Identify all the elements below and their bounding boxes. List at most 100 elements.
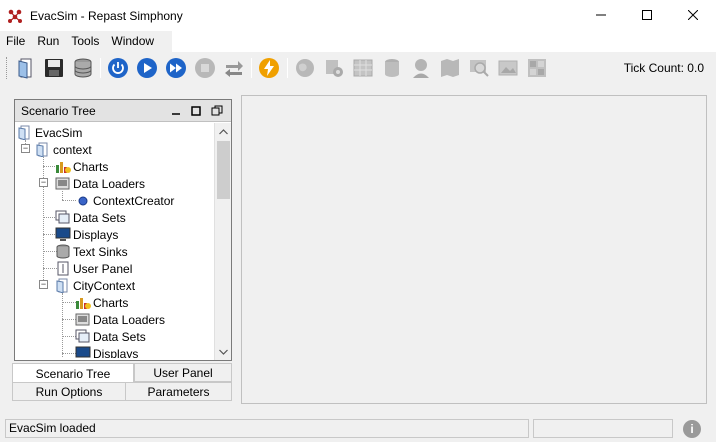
tree-item-data-loaders[interactable]: Data Loaders: [55, 175, 145, 192]
play-icon: [137, 58, 157, 78]
stop-button[interactable]: [193, 56, 217, 80]
chevron-up-icon: [219, 128, 228, 134]
maximize-icon: [642, 10, 652, 20]
minimize-button[interactable]: [578, 0, 624, 30]
map-button[interactable]: [438, 56, 462, 80]
settings-button[interactable]: [322, 56, 346, 80]
document-icon: [55, 278, 71, 294]
maximize-button[interactable]: [624, 0, 670, 30]
power-button[interactable]: [106, 56, 130, 80]
tree-item-displays[interactable]: Displays: [75, 345, 138, 358]
maximize-icon: [191, 106, 201, 116]
scenario-header-title: Scenario Tree: [21, 103, 96, 118]
scroll-up-button[interactable]: [215, 123, 232, 140]
reset-button[interactable]: [222, 56, 246, 80]
tree-item-label: Data Loaders: [93, 312, 166, 327]
tree-item-label: Charts: [93, 295, 129, 310]
menu-run[interactable]: Run: [31, 31, 65, 52]
tree-item-user-panel[interactable]: User Panel: [55, 260, 132, 277]
tree-item-evacsim[interactable]: EvacSim: [17, 124, 82, 141]
minimize-icon: [172, 113, 180, 115]
reset-icon: [225, 61, 243, 77]
tree-item-contextcreator[interactable]: ContextCreator: [75, 192, 174, 209]
panel-restore-button[interactable]: [210, 104, 224, 118]
document-icon: [35, 142, 51, 158]
close-icon: [688, 10, 698, 20]
tab-scenario-tree[interactable]: Scenario Tree: [12, 363, 134, 383]
tree-scrollbar[interactable]: [214, 123, 231, 360]
window-title: EvacSim - Repast Simphony: [30, 8, 183, 23]
fast-forward-button[interactable]: [164, 56, 188, 80]
data-loader-icon: [55, 176, 71, 192]
tree-item-label: Charts: [73, 159, 109, 174]
tree-item-label: context: [53, 142, 92, 157]
tree-item-citycontext[interactable]: CityContext: [55, 277, 135, 294]
tree-toggle-context[interactable]: −: [21, 144, 30, 153]
restore-icon: [211, 105, 223, 116]
database-icon: [74, 58, 92, 78]
table-button[interactable]: [351, 56, 375, 80]
database-button[interactable]: [71, 56, 95, 80]
menu-window[interactable]: Window: [105, 31, 160, 52]
tree-item-data-sets[interactable]: Data Sets: [55, 209, 126, 226]
tree-item-text-sinks[interactable]: Text Sinks: [55, 243, 128, 260]
tree-item-label: Displays: [73, 227, 119, 242]
picture-button[interactable]: [496, 56, 520, 80]
tree-item-data-sets[interactable]: Data Sets: [75, 328, 146, 345]
tree-item-charts[interactable]: Charts: [75, 294, 128, 311]
monitor-icon: [55, 227, 71, 243]
data-set-icon: [75, 329, 91, 345]
tree-item-label: Text Sinks: [73, 244, 128, 259]
save-button[interactable]: [42, 56, 66, 80]
panel-maximize-button[interactable]: [189, 104, 203, 118]
data-loader-icon: [75, 312, 91, 328]
monitor-icon: [75, 346, 91, 359]
scroll-thumb[interactable]: [217, 141, 230, 199]
tree-item-label: Data Loaders: [73, 176, 146, 191]
scenario-tree: − − − EvacSim context Charts Data Loader…: [17, 124, 213, 358]
tree-item-displays[interactable]: Displays: [55, 226, 118, 243]
search-button[interactable]: [467, 56, 491, 80]
stop-icon: [195, 58, 215, 78]
search-icon: [470, 60, 489, 77]
tree-item-charts[interactable]: Charts: [55, 158, 108, 175]
menu-tools[interactable]: Tools: [65, 31, 105, 52]
scroll-down-button[interactable]: [215, 343, 232, 360]
globe-button[interactable]: [293, 56, 317, 80]
open-button[interactable]: [14, 56, 38, 80]
title-bar: EvacSim - Repast Simphony: [0, 0, 716, 31]
app-logo-icon: [6, 7, 24, 25]
panel-minimize-button[interactable]: [169, 104, 183, 118]
database-export-button[interactable]: [380, 56, 404, 80]
tab-user-panel[interactable]: User Panel: [134, 363, 232, 382]
tab-run-options[interactable]: Run Options: [12, 382, 126, 401]
save-icon: [45, 59, 63, 77]
lightning-button[interactable]: [257, 56, 281, 80]
play-button[interactable]: [135, 56, 159, 80]
menu-bar: File Run Tools Window: [0, 31, 716, 52]
person-button[interactable]: [409, 56, 433, 80]
chart-icon: [75, 295, 91, 311]
menu-file[interactable]: File: [0, 31, 31, 52]
toolbar: Tick Count: 0.0: [0, 52, 716, 84]
close-button[interactable]: [670, 0, 716, 30]
tree-item-label: CityContext: [73, 278, 136, 293]
tree-item-label: User Panel: [73, 261, 133, 276]
globe-icon: [296, 59, 314, 77]
tree-toggle-data-loaders[interactable]: −: [39, 178, 48, 187]
info-icon[interactable]: i: [683, 420, 701, 438]
tree-toggle-citycontext[interactable]: −: [39, 280, 48, 289]
tree-item-label: Displays: [93, 346, 139, 359]
tab-parameters[interactable]: Parameters: [125, 382, 232, 401]
open-icon: [18, 58, 32, 79]
grid-button[interactable]: [525, 56, 549, 80]
panel-tabs: Scenario Tree User Panel Run Options Par…: [12, 363, 234, 403]
scenario-panel: Scenario Tree − − − EvacSim context Char…: [10, 95, 238, 404]
tree-item-label: EvacSim: [35, 125, 83, 140]
database-export-icon: [385, 59, 399, 77]
tree-item-context[interactable]: context: [35, 141, 92, 158]
power-icon: [108, 58, 128, 78]
fast-forward-icon: [166, 58, 186, 78]
toolbar-grip[interactable]: [6, 57, 9, 79]
tree-item-data-loaders[interactable]: Data Loaders: [75, 311, 165, 328]
